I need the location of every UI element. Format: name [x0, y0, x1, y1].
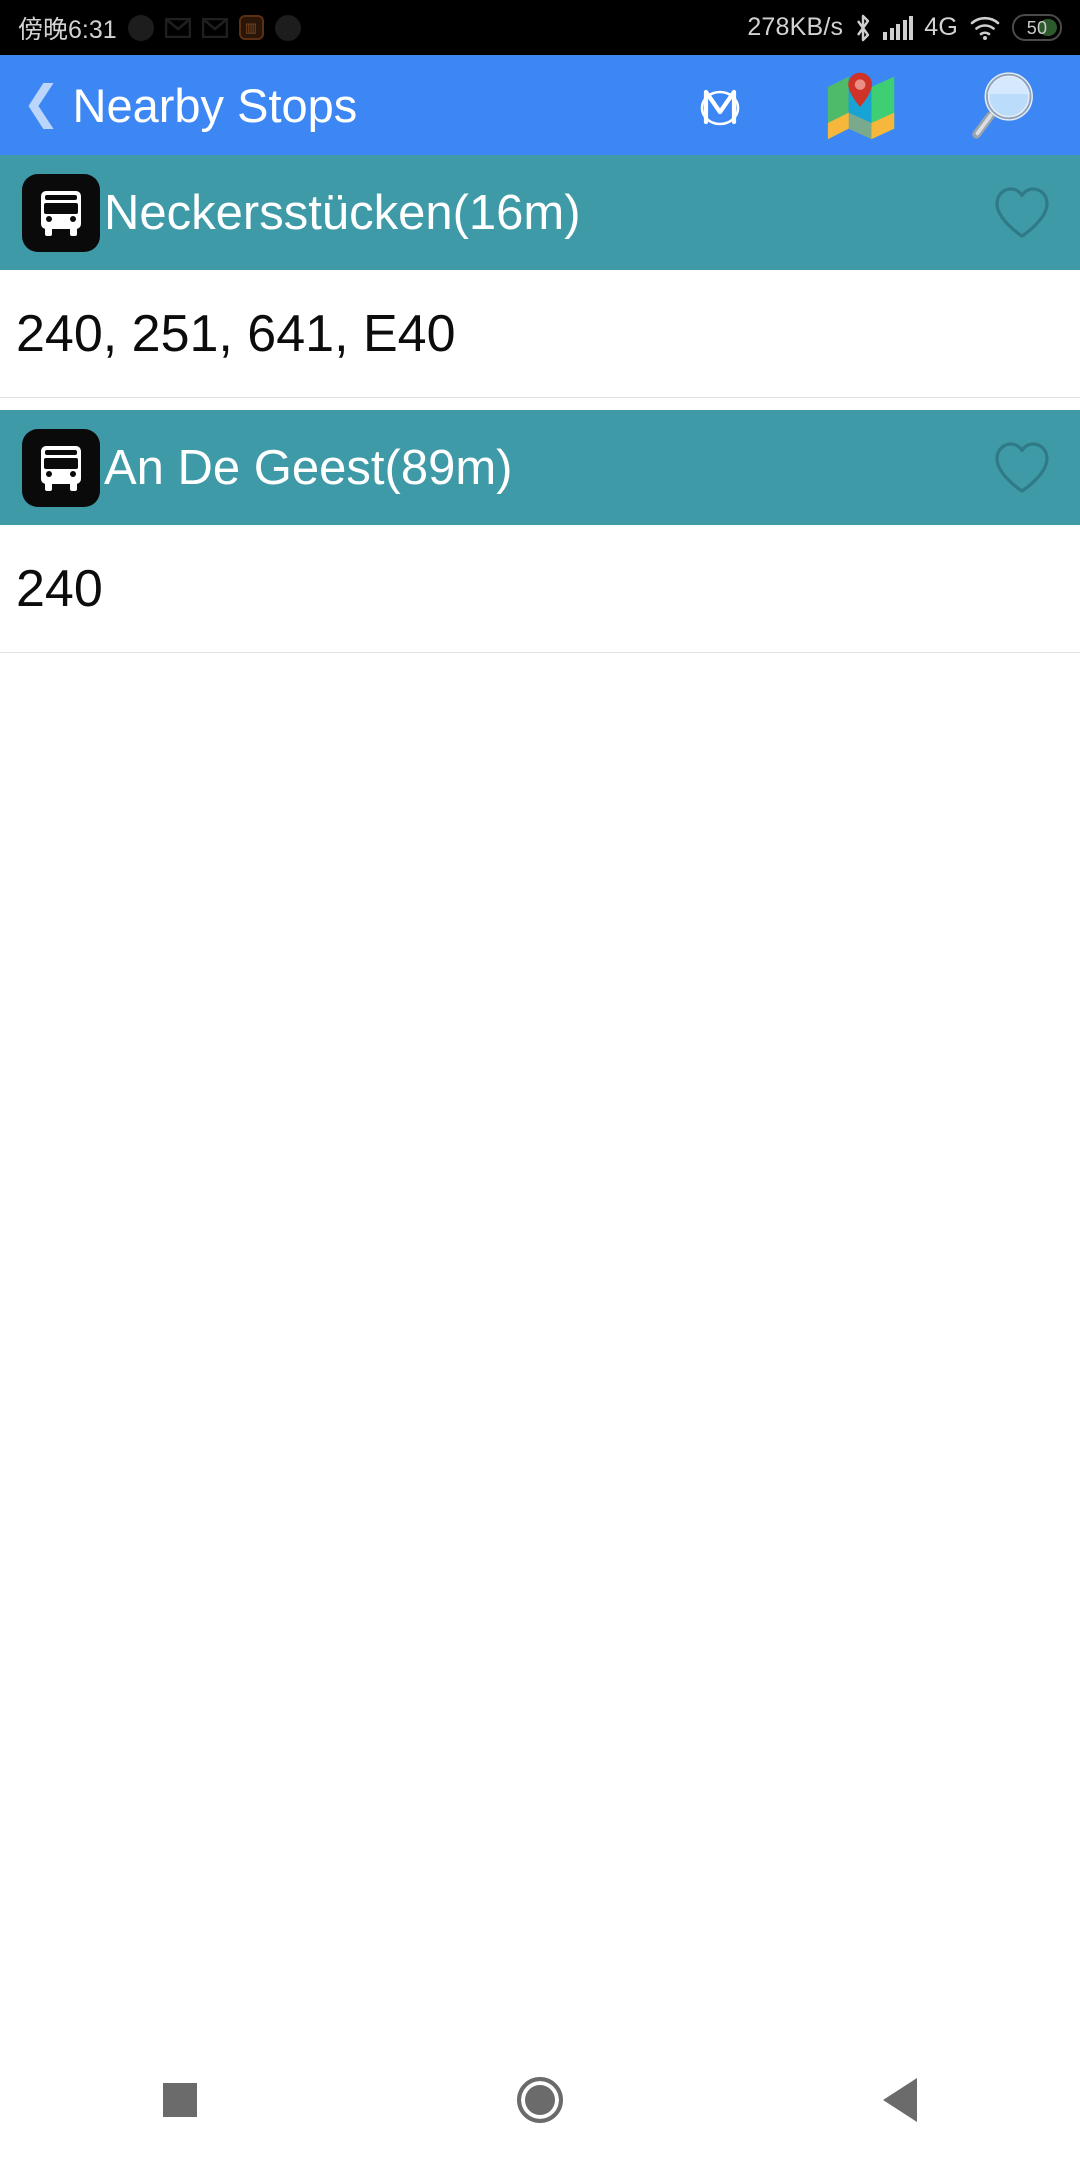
home-button[interactable] — [465, 2040, 615, 2160]
search-icon[interactable] — [968, 69, 1040, 141]
record-dot-icon — [274, 14, 301, 41]
favorite-heart-icon[interactable] — [986, 177, 1058, 249]
android-nav-bar — [0, 2040, 1080, 2160]
back-nav-button[interactable] — [825, 2040, 975, 2160]
stop-header-row[interactable]: An De Geest(89m) — [0, 410, 1080, 525]
stop-header-row[interactable]: Neckersstücken(16m) — [0, 155, 1080, 270]
nearby-stops-list: Neckersstücken(16m) 240, 251, 641, E40 A… — [0, 155, 1080, 1973]
bus-icon — [22, 428, 100, 507]
record-dot-icon — [127, 14, 154, 41]
stop-name: Neckersstücken(16m) — [104, 185, 581, 240]
status-bar: 傍晚6:31 ▥ 278KB/s 4G 50 — [0, 0, 1080, 55]
signal-bars-icon — [883, 15, 914, 40]
phone-screen: 傍晚6:31 ▥ 278KB/s 4G 50 ❮ Nearby Stops Ne… — [0, 0, 1080, 2160]
status-bar-left: 傍晚6:31 ▥ — [18, 10, 301, 46]
app-badge-icon: ▥ — [238, 15, 264, 40]
list-gap — [0, 398, 1080, 410]
network-type-label: 4G — [924, 13, 958, 41]
stop-routes-row: 240 — [0, 525, 1080, 653]
stop-routes-row: 240, 251, 641, E40 — [0, 270, 1080, 398]
recents-button[interactable] — [105, 2040, 255, 2160]
bluetooth-icon — [854, 14, 872, 42]
routes-label: 240, 251, 641, E40 — [16, 304, 456, 363]
empty-list-area — [0, 653, 1080, 1973]
battery-icon: 50 — [1012, 14, 1062, 41]
routes-label: 240 — [16, 559, 103, 618]
app-bar-actions — [684, 69, 1058, 141]
battery-level-label: 50 — [1026, 17, 1048, 38]
map-icon[interactable] — [826, 69, 898, 141]
bus-icon — [22, 173, 100, 252]
status-time: 傍晚6:31 — [18, 15, 117, 44]
metro-icon[interactable] — [684, 69, 756, 141]
gmail-icon — [164, 17, 191, 38]
app-bar: ❮ Nearby Stops — [0, 55, 1080, 155]
gmail-icon — [201, 17, 228, 38]
favorite-heart-icon[interactable] — [986, 432, 1058, 504]
network-speed-label: 278KB/s — [747, 13, 844, 41]
status-bar-right: 278KB/s 4G 50 — [747, 13, 1062, 42]
back-button[interactable]: ❮ — [22, 79, 61, 125]
wifi-icon — [969, 15, 1001, 41]
page-title: Nearby Stops — [72, 78, 358, 132]
stop-name: An De Geest(89m) — [104, 440, 513, 495]
